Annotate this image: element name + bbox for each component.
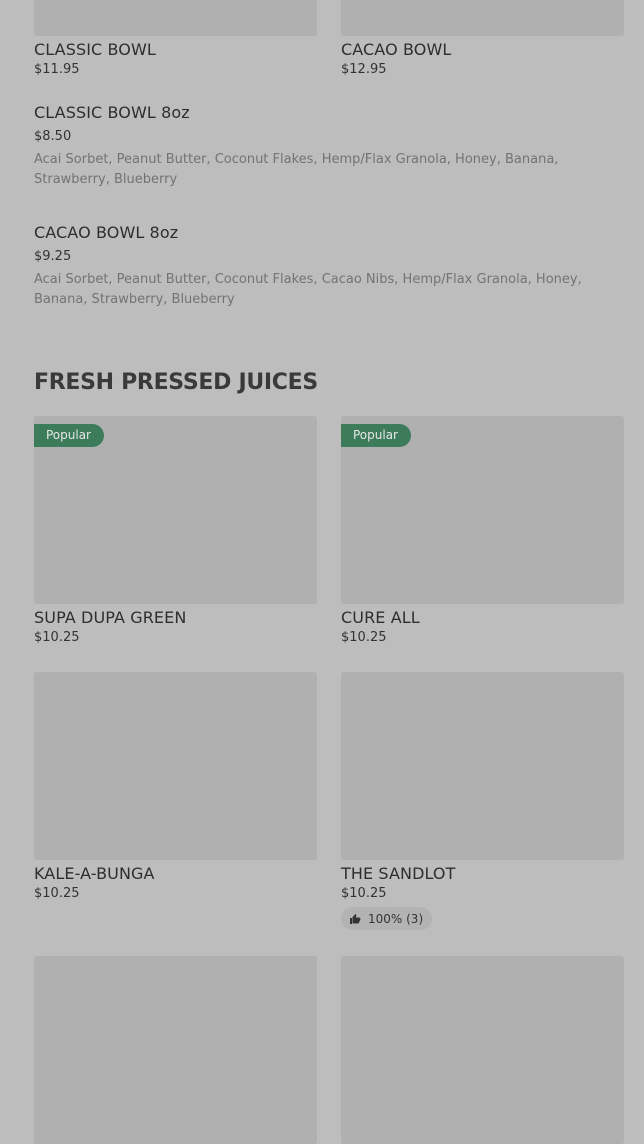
rating-badge: 100% (3) bbox=[341, 907, 433, 930]
popular-badge: Popular bbox=[34, 424, 104, 447]
section-title: FRESH PRESSED JUICES bbox=[34, 370, 318, 395]
menu-card-image-left[interactable] bbox=[34, 956, 317, 1144]
product-title: THE SANDLOT bbox=[341, 864, 456, 883]
menu-card-the-sandlot[interactable]: THE SANDLOT $10.25 100% (3) bbox=[341, 672, 624, 930]
product-title: CURE ALL bbox=[341, 608, 420, 627]
thumbs-up-icon bbox=[350, 913, 361, 924]
popular-badge: Popular bbox=[341, 424, 411, 447]
product-image[interactable] bbox=[341, 956, 624, 1144]
menu-item-cacao-bowl-8oz[interactable]: CACAO BOWL 8oz $9.25 Acai Sorbet, Peanut… bbox=[34, 223, 594, 310]
menu-item-classic-bowl-8oz[interactable]: CLASSIC BOWL 8oz $8.50 Acai Sorbet, Pean… bbox=[34, 103, 594, 190]
product-price: $9.25 bbox=[34, 249, 72, 264]
menu-card-image-right[interactable] bbox=[341, 956, 624, 1144]
product-image[interactable] bbox=[341, 672, 624, 860]
product-image[interactable] bbox=[341, 0, 624, 36]
product-price: $10.25 bbox=[34, 630, 80, 645]
menu-card-cacao-bowl[interactable]: CACAO BOWL $12.95 bbox=[341, 0, 624, 77]
product-price: $10.25 bbox=[341, 886, 387, 901]
menu-card-supa-dupa-green[interactable]: Popular SUPA DUPA GREEN $10.25 bbox=[34, 416, 317, 645]
menu-card-classic-bowl[interactable]: CLASSIC BOWL $11.95 bbox=[34, 0, 317, 77]
product-title: KALE-A-BUNGA bbox=[34, 864, 155, 883]
product-title: SUPA DUPA GREEN bbox=[34, 608, 187, 627]
product-image[interactable]: Popular bbox=[34, 416, 317, 604]
product-price: $12.95 bbox=[341, 62, 387, 77]
product-title: CLASSIC BOWL bbox=[34, 40, 156, 59]
menu-page: CLASSIC BOWL $11.95 CACAO BOWL $12.95 CL… bbox=[0, 0, 644, 1144]
product-price: $11.95 bbox=[34, 62, 80, 77]
product-image[interactable] bbox=[34, 0, 317, 36]
product-description: Acai Sorbet, Peanut Butter, Coconut Flak… bbox=[34, 272, 582, 307]
rating-value: 100% (3) bbox=[368, 911, 424, 926]
product-title: CACAO BOWL bbox=[341, 40, 452, 59]
product-price: $8.50 bbox=[34, 129, 72, 144]
product-image[interactable]: Popular bbox=[341, 416, 624, 604]
product-title: CACAO BOWL 8oz bbox=[34, 223, 179, 242]
product-description: Acai Sorbet, Peanut Butter, Coconut Flak… bbox=[34, 152, 559, 187]
menu-card-kale-a-bunga[interactable]: KALE-A-BUNGA $10.25 bbox=[34, 672, 317, 901]
product-price: $10.25 bbox=[341, 630, 387, 645]
product-price: $10.25 bbox=[34, 886, 80, 901]
product-image[interactable] bbox=[34, 956, 317, 1144]
menu-card-cure-all[interactable]: Popular CURE ALL $10.25 bbox=[341, 416, 624, 645]
product-title: CLASSIC BOWL 8oz bbox=[34, 103, 190, 122]
product-image[interactable] bbox=[34, 672, 317, 860]
